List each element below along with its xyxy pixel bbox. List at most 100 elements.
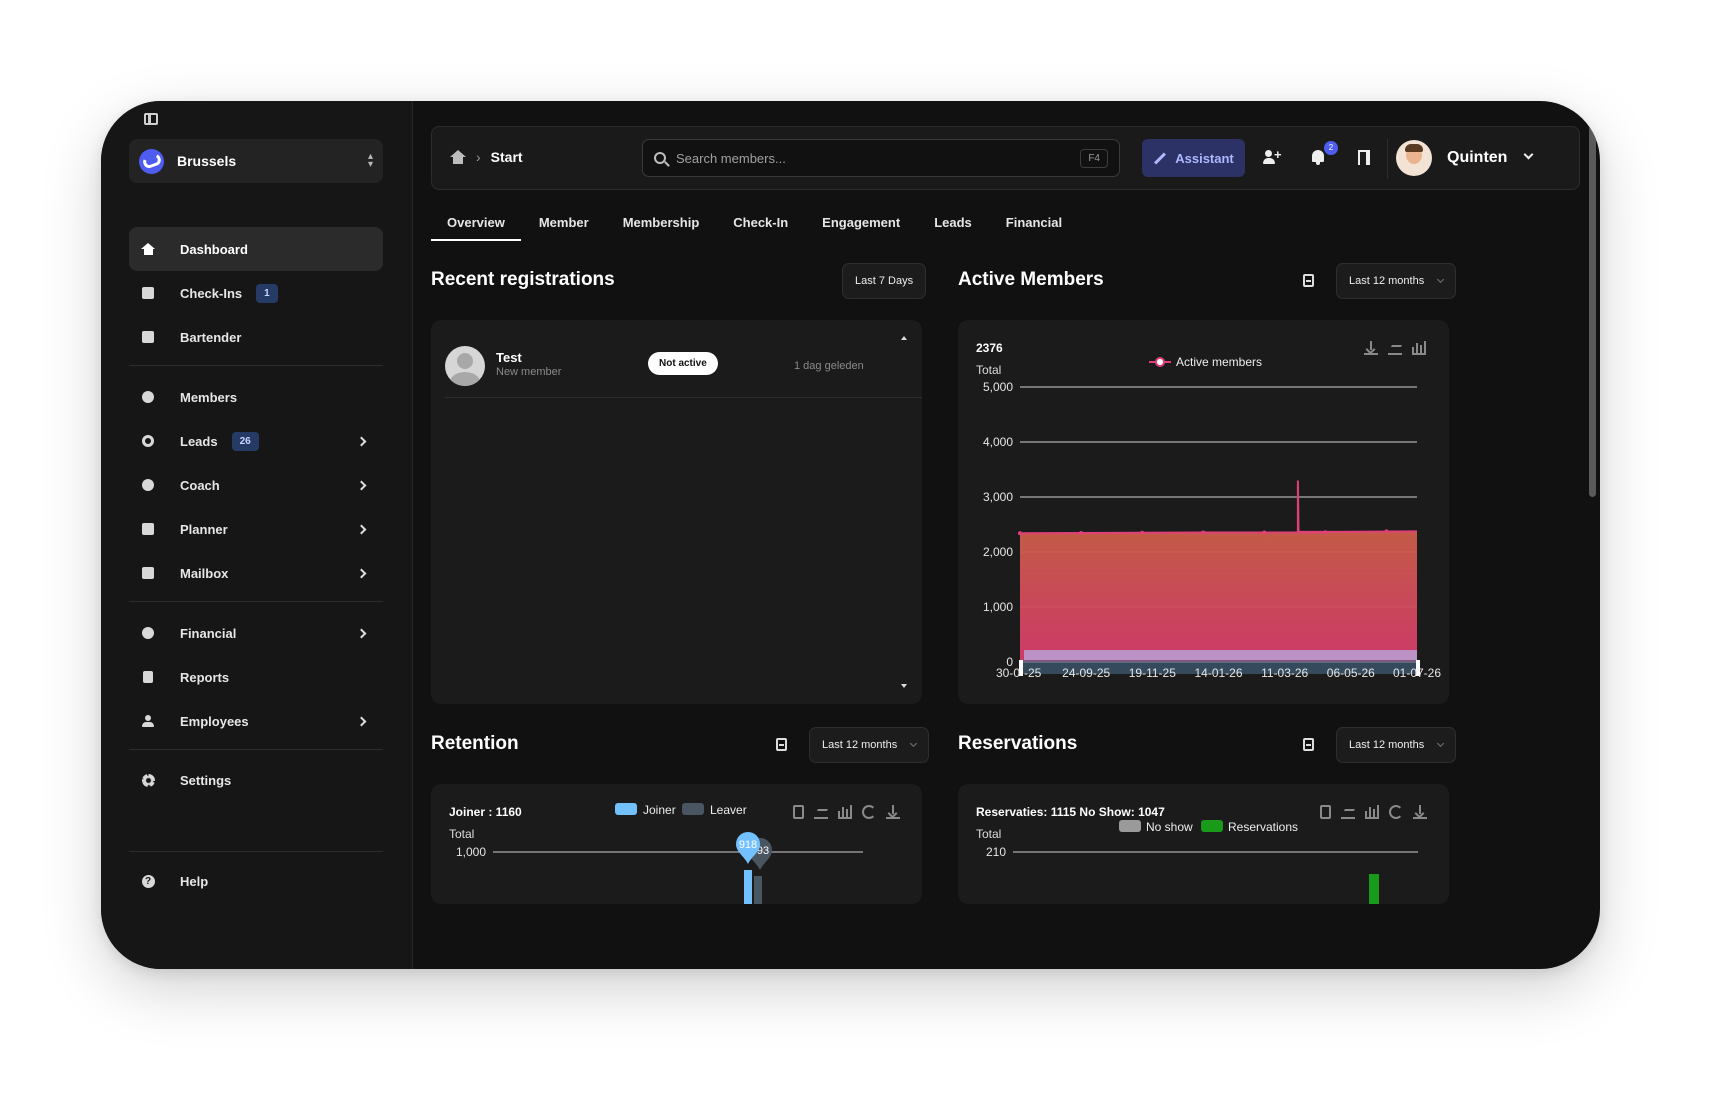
member-avatar [445,346,485,386]
export-document-icon[interactable] [1303,738,1314,751]
sidebar-item-settings[interactable]: Settings [129,758,383,802]
retention-card: Joiner : 1160 Total Joiner Leaver 1,000 893… [431,784,922,904]
search-bar[interactable]: F4 [642,139,1120,177]
document-icon [143,671,153,683]
scroll-down-arrow-icon[interactable] [901,684,907,688]
location-switcher[interactable]: Brussels ▴ ▾ [129,139,383,183]
export-document-icon[interactable] [1303,274,1314,287]
x-axis-tick-label: 01-07-26 [1393,666,1441,680]
stopwatch-icon [142,479,154,491]
period-select-value: Last 12 months [1349,275,1425,287]
sidebar-item-employees[interactable]: Employees [129,699,383,743]
user-plus-icon [1263,147,1282,164]
scroll-up-arrow-icon[interactable] [901,336,907,340]
list-item[interactable]: Test New member Not active 1 dag geleden [445,346,922,398]
search-icon [654,152,666,164]
page-scrollbar[interactable] [1589,109,1596,497]
retention-chart: Joiner Leaver1,000 893918 [456,803,863,904]
export-document-icon[interactable] [776,738,787,751]
home-icon [141,243,155,255]
chevron-right-icon [356,568,367,578]
active-members-chart: 01,0002,0003,0004,0005,00030-0 -25 24-09-2… [983,355,1441,680]
data-point [1140,530,1145,535]
home-icon[interactable] [450,150,466,164]
search-input[interactable] [676,150,1081,166]
x-axis-tick-label: 06-05-26 [1327,666,1375,680]
gear-icon [141,773,155,787]
tab-financial[interactable]: Financial [990,205,1078,241]
reservations-bar [1369,874,1379,904]
x-axis-tick-label: 11-03-26 [1261,666,1308,680]
reservations-period-select[interactable]: Last 12 months [1336,727,1457,763]
user-name[interactable]: Quinten [1447,149,1507,167]
retention-title: Retention [431,733,519,754]
sidebar-item-members[interactable]: Members [129,375,383,419]
sidebar-item-label: Check-Ins [180,285,243,301]
sidebar-item-planner[interactable]: Planner [129,507,383,551]
calendar-icon [142,523,154,535]
legend-swatch [615,803,637,815]
sidebar-item-label: Settings [180,772,232,788]
chevron-right-icon: › [476,149,481,165]
x-axis-tick-label: 30-0 [996,666,1020,680]
tab-member[interactable]: Member [523,205,605,241]
sidebar-item-financial[interactable]: Financial [129,611,383,655]
sidebar-item-label: Bartender [180,329,242,345]
chevron-down-icon [1437,739,1445,748]
period-select-value: Last 7 Days [855,275,914,287]
assistant-button[interactable]: Assistant [1142,139,1245,177]
active-members-period-select[interactable]: Last 12 months [1336,263,1457,299]
chevron-down-icon [1437,275,1445,284]
user-avatar[interactable] [1396,140,1432,176]
y-axis-tick-label: 2,000 [983,545,1013,559]
sidebar-item-help[interactable]: ? Help [129,859,383,903]
data-point [1201,530,1206,535]
sidebar-item-mailbox[interactable]: Mailbox [129,551,383,595]
sidebar-item-reports[interactable]: Reports [129,655,383,699]
sidebar-divider [129,749,383,750]
sidebar-divider [129,851,383,852]
sidebar-item-label: Leads [180,433,218,449]
check-out-door-button[interactable] [1354,147,1374,167]
sidebar-item-leads[interactable]: Leads 26 [129,419,383,463]
add-member-button[interactable] [1262,147,1282,167]
y-axis-tick-label: 3,000 [983,490,1013,504]
tab-membership[interactable]: Membership [607,205,716,241]
sidebar-item-label: Reports [180,669,230,685]
cash-register-icon [142,331,154,343]
notification-count-badge: 2 [1324,140,1338,155]
tab-overview[interactable]: Overview [431,205,521,241]
period-select-value: Last 12 months [822,739,898,751]
chevron-down-icon [910,739,918,748]
reservations-title: Reservations [958,733,1078,754]
retention-period-select[interactable]: Last 12 months [809,727,930,763]
sidebar-item-check-ins[interactable]: Check-Ins 1 [129,271,383,315]
y-axis-tick-label: 4,000 [983,435,1013,449]
notifications-button[interactable]: 2 [1308,140,1338,167]
recent-registrations-period-select[interactable]: Last 7 Days [842,263,927,299]
tab-check-in[interactable]: Check-In [717,205,804,241]
y-axis-tick-label: 1,000 [983,600,1013,614]
sidebar-item-dashboard[interactable]: Dashboard [129,227,383,271]
period-select-value: Last 12 months [1349,739,1425,751]
legend-label: Active members [1176,355,1262,369]
legend-label: No show [1146,820,1193,834]
chevron-right-icon [356,436,367,446]
sidebar-item-coach[interactable]: Coach [129,463,383,507]
y-axis-tick-label: 1,000 [456,845,486,859]
dashboard-tabs: Overview Member Membership Check-In Enga… [431,205,1080,241]
leaver-bar [754,876,762,904]
sidebar-item-bartender[interactable]: Bartender [129,315,383,359]
divider [1387,139,1388,179]
legend-label: Reservations [1228,820,1298,834]
chevron-down-icon[interactable] [1523,149,1534,160]
tab-leads[interactable]: Leads [918,205,988,241]
tab-engagement[interactable]: Engagement [806,205,916,241]
assistant-label: Assistant [1175,150,1234,166]
recent-registrations-title: Recent registrations [431,269,615,290]
active-members-card: 2376 Total 0 1,000 2,000 3,000 4,000 5,000 30-… [958,320,1449,704]
sidebar-item-label: Members [180,389,238,405]
registration-time: 1 dag geleden [794,360,864,372]
panel-toggle-icon[interactable] [144,113,158,125]
help-icon: ? [141,874,155,888]
